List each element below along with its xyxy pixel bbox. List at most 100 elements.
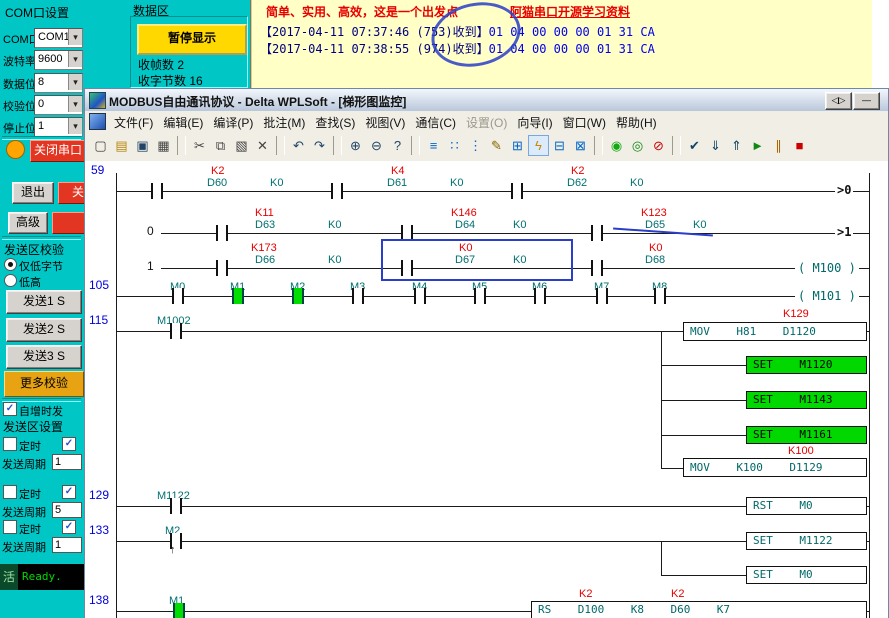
paste-icon[interactable]: ▧ (231, 135, 252, 156)
save-icon[interactable]: ▣ (132, 135, 153, 156)
download-icon[interactable]: ⇓ (705, 135, 726, 156)
chevron-down-icon[interactable]: ▾ (68, 29, 82, 45)
title-bar[interactable]: MODBUS自由通讯协议 - Delta WPLSoft - [梯形图监控] ◁… (85, 89, 888, 112)
timer1-enable-checkbox[interactable]: ✓ (62, 437, 76, 451)
baud-rate-select[interactable]: 9600▾ (34, 50, 83, 70)
device-monitor-icon[interactable]: ⊟ (549, 135, 570, 156)
new-icon[interactable]: ▢ (90, 135, 111, 156)
radio-low-byte[interactable] (4, 258, 17, 271)
contact[interactable] (474, 288, 486, 304)
stop-bits-select[interactable]: 1▾ (34, 117, 83, 137)
bulb-icon[interactable]: ◉ (606, 135, 627, 156)
output-coil[interactable]: ( M100 ) (795, 261, 859, 275)
instruction-box[interactable]: SET M1161 (746, 426, 867, 444)
contact[interactable] (591, 225, 603, 241)
stop-icon[interactable]: ⊘ (648, 135, 669, 156)
minimize-button[interactable]: — (853, 92, 880, 110)
ladder-view-icon[interactable]: ≡ (423, 135, 444, 156)
contact[interactable] (511, 183, 523, 199)
network-icon[interactable]: ◎ (627, 135, 648, 156)
pause-display-button[interactable]: 暂停显示 (137, 24, 247, 55)
redo-icon[interactable]: ↷ (309, 135, 330, 156)
send2-button[interactable]: 发送2 S (6, 318, 82, 342)
com-port-select[interactable]: COM1▾ (34, 28, 83, 48)
close-serial-button[interactable]: 关闭串口 (30, 140, 86, 162)
send1-button[interactable]: 发送1 S (6, 290, 82, 314)
period3-input[interactable] (52, 537, 82, 553)
instruction-box[interactable]: SET M1122 (746, 532, 867, 550)
more-checksum-button[interactable]: 更多校验 (4, 371, 84, 397)
instruction-box[interactable]: SET M0 (746, 566, 867, 584)
contact[interactable] (654, 288, 666, 304)
cut-icon[interactable]: ✂ (189, 135, 210, 156)
stop2-icon[interactable]: ■ (789, 135, 810, 156)
timer3-checkbox[interactable] (3, 520, 17, 534)
timer3-enable-checkbox[interactable]: ✓ (62, 520, 76, 534)
contact[interactable] (596, 288, 608, 304)
contact[interactable] (173, 603, 185, 618)
window-nav-button[interactable]: ◁▷ (825, 92, 852, 110)
contact[interactable] (170, 323, 182, 339)
timer1-checkbox[interactable] (3, 437, 17, 451)
run-icon[interactable]: ► (747, 135, 768, 156)
chevron-down-icon[interactable]: ▾ (68, 118, 82, 134)
sfc-view-icon[interactable]: ⋮ (465, 135, 486, 156)
send3-button[interactable]: 发送3 S (6, 345, 82, 369)
edit-mode-icon[interactable]: ⊠ (570, 135, 591, 156)
period2-input[interactable] (52, 502, 82, 518)
parity-select[interactable]: 0▾ (34, 95, 83, 115)
instruction-view-icon[interactable]: ∷ (444, 135, 465, 156)
instruction-box[interactable]: MOV H81 D1120 (683, 322, 867, 341)
instruction-box[interactable]: SET M1120 (746, 356, 867, 374)
print-icon[interactable]: ▦ (153, 135, 174, 156)
copy-icon[interactable]: ⧉ (210, 135, 231, 156)
contact[interactable] (216, 260, 228, 276)
baud-rate-row: 波特率 9600▾ (0, 50, 84, 70)
contact[interactable] (591, 260, 603, 276)
data-bits-select[interactable]: 8▾ (34, 73, 83, 93)
zoom-grid-icon[interactable]: ⊞ (507, 135, 528, 156)
instruction-box[interactable]: MOV K100 D1129 (683, 458, 867, 477)
contact[interactable] (216, 225, 228, 241)
contact[interactable] (232, 288, 244, 304)
data-panel: 数据区 暂停显示 收帧数 2 收字节数 16 (84, 0, 251, 88)
wire-horizontal (661, 468, 685, 469)
help-icon[interactable]: ? (387, 135, 408, 156)
log-timestamp: 【2017-04-11 07:38:55 (974)收到】 (260, 42, 489, 56)
timer2-checkbox[interactable] (3, 485, 17, 499)
chevron-down-icon[interactable]: ▾ (68, 74, 82, 90)
timer2-enable-checkbox[interactable]: ✓ (62, 485, 76, 499)
exit-button[interactable]: 退出 (12, 182, 54, 204)
compile-icon[interactable]: ✔ (684, 135, 705, 156)
auto-increment-checkbox[interactable]: ✓ (3, 402, 17, 416)
contact[interactable] (170, 498, 182, 514)
radio-low-high[interactable] (4, 274, 17, 287)
ladder-monitor-icon[interactable]: ϟ (528, 135, 549, 156)
undo-icon[interactable]: ↶ (288, 135, 309, 156)
period1-input[interactable] (52, 454, 82, 470)
advanced-button[interactable]: 高级 (8, 212, 48, 234)
output-coil[interactable]: ( M101 ) (795, 289, 859, 303)
contact[interactable] (331, 183, 343, 199)
upload-icon[interactable]: ⇑ (726, 135, 747, 156)
comment-icon[interactable]: ✎ (486, 135, 507, 156)
contact[interactable] (414, 288, 426, 304)
pause-icon[interactable]: ∥ (768, 135, 789, 156)
contact[interactable] (151, 183, 163, 199)
chevron-down-icon[interactable]: ▾ (68, 51, 82, 67)
zoom-out-icon[interactable]: ⊖ (366, 135, 387, 156)
ladder-monitor-view[interactable]: 59K2D60K0K4D61K0K2D62K0>00K11D63K0K146D6… (85, 161, 888, 618)
receive-log[interactable]: 简单、实用、高效，这是一个出发点 阿猫串口开源学习资料 【2017-04-11 … (250, 0, 872, 88)
open-icon[interactable]: ▤ (111, 135, 132, 156)
delete-icon[interactable]: ✕ (252, 135, 273, 156)
banner-right-link[interactable]: 阿猫串口开源学习资料 (510, 3, 630, 20)
instruction-box[interactable]: SET M1143 (746, 391, 867, 409)
zoom-in-icon[interactable]: ⊕ (345, 135, 366, 156)
contact[interactable] (352, 288, 364, 304)
chevron-down-icon[interactable]: ▾ (68, 96, 82, 112)
contact[interactable] (172, 288, 184, 304)
instruction-box[interactable]: RS D100 K8 D60 K7 (531, 601, 867, 618)
instruction-box[interactable]: RST M0 (746, 497, 867, 515)
contact[interactable] (292, 288, 304, 304)
contact[interactable] (534, 288, 546, 304)
